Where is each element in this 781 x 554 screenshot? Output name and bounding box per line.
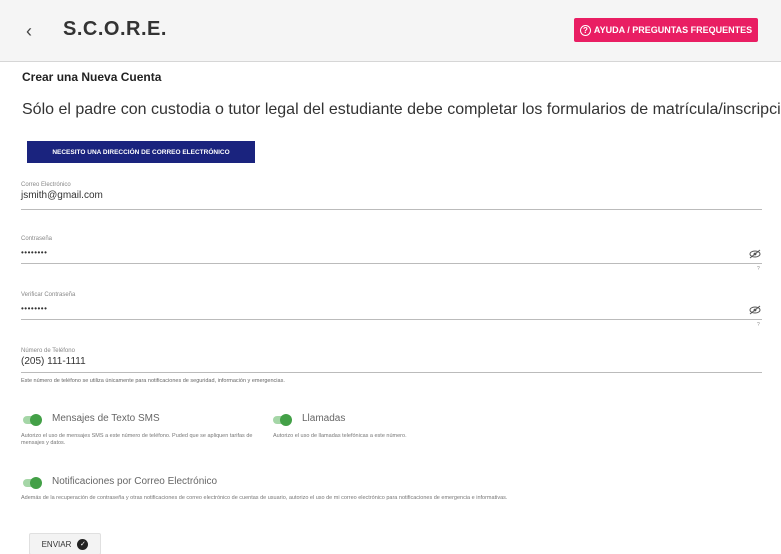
email-notifications-toggle-knob <box>30 477 42 489</box>
email-notifications-label: Notificaciones por Correo Electrónico <box>52 476 218 487</box>
email-notifications-toggle[interactable] <box>23 477 42 489</box>
calls-toggle-knob <box>280 414 292 426</box>
toggle-password-visibility-icon[interactable] <box>749 249 761 259</box>
help-circle-icon: ? <box>579 24 591 36</box>
back-chevron-icon[interactable]: ‹ <box>26 22 44 40</box>
phone-helper-text: Este número de teléfono se utiliza única… <box>21 378 285 384</box>
submit-label: ENVIAR <box>41 539 72 549</box>
email-label: Correo Electrónico <box>21 182 71 188</box>
phone-field[interactable]: Número de Teléfono (205) 111-1111 <box>21 348 762 374</box>
password-underline <box>21 263 762 264</box>
help-faq-button[interactable]: ? AYUDA / PREGUNTAS FREQUENTES <box>574 18 758 42</box>
verify-password-underline <box>21 319 762 320</box>
email-field[interactable]: Correo Electrónico jsmith@gmail.com <box>21 182 762 210</box>
sms-toggle[interactable] <box>23 414 42 426</box>
calls-toggle-label: Llamadas <box>302 413 346 424</box>
password-hint: ? <box>757 266 760 272</box>
sms-toggle-label: Mensajes de Texto SMS <box>52 413 160 424</box>
calls-toggle[interactable] <box>273 414 292 426</box>
calls-toggle-description: Autorizo el uso de llamadas telefónicas … <box>273 433 407 439</box>
phone-label: Número de Teléfono <box>21 348 75 354</box>
phone-value[interactable]: (205) 111-1111 <box>21 356 762 367</box>
phone-underline <box>21 372 762 373</box>
verify-password-hint: ? <box>757 322 760 328</box>
intro-text: Sólo el padre con custodia o tutor legal… <box>22 101 781 118</box>
submit-button[interactable]: ENVIAR ✓ <box>29 533 101 554</box>
top-app-bar: ‹ S.C.O.R.E. ? AYUDA / PREGUNTAS FREQUEN… <box>0 0 781 62</box>
check-circle-icon: ✓ <box>77 538 89 550</box>
email-underline <box>21 209 762 210</box>
password-label: Contraseña <box>21 236 53 242</box>
verify-password-field[interactable]: Verificar Contraseña •••••••• <box>21 292 762 320</box>
email-value[interactable]: jsmith@gmail.com <box>21 190 762 201</box>
toggle-verify-password-visibility-icon[interactable] <box>749 305 761 315</box>
password-value[interactable]: •••••••• <box>21 248 762 257</box>
email-notifications-description: Además de la recuperación de contraseña … <box>21 495 508 501</box>
password-field[interactable]: Contraseña •••••••• <box>21 236 762 264</box>
need-email-button[interactable]: NECESITO UNA DIRECCIÓN DE CORREO ELECTRÓ… <box>27 141 255 163</box>
sms-toggle-knob <box>30 414 42 426</box>
verify-password-value[interactable]: •••••••• <box>21 304 762 313</box>
help-faq-label: AYUDA / PREGUNTAS FREQUENTES <box>593 25 753 35</box>
page-heading: Crear una Nueva Cuenta <box>22 70 162 84</box>
verify-password-label: Verificar Contraseña <box>21 292 76 298</box>
app-title: S.C.O.R.E. <box>63 18 167 40</box>
sms-toggle-description: Autorizo el uso de mensajes SMS a este n… <box>21 433 253 446</box>
